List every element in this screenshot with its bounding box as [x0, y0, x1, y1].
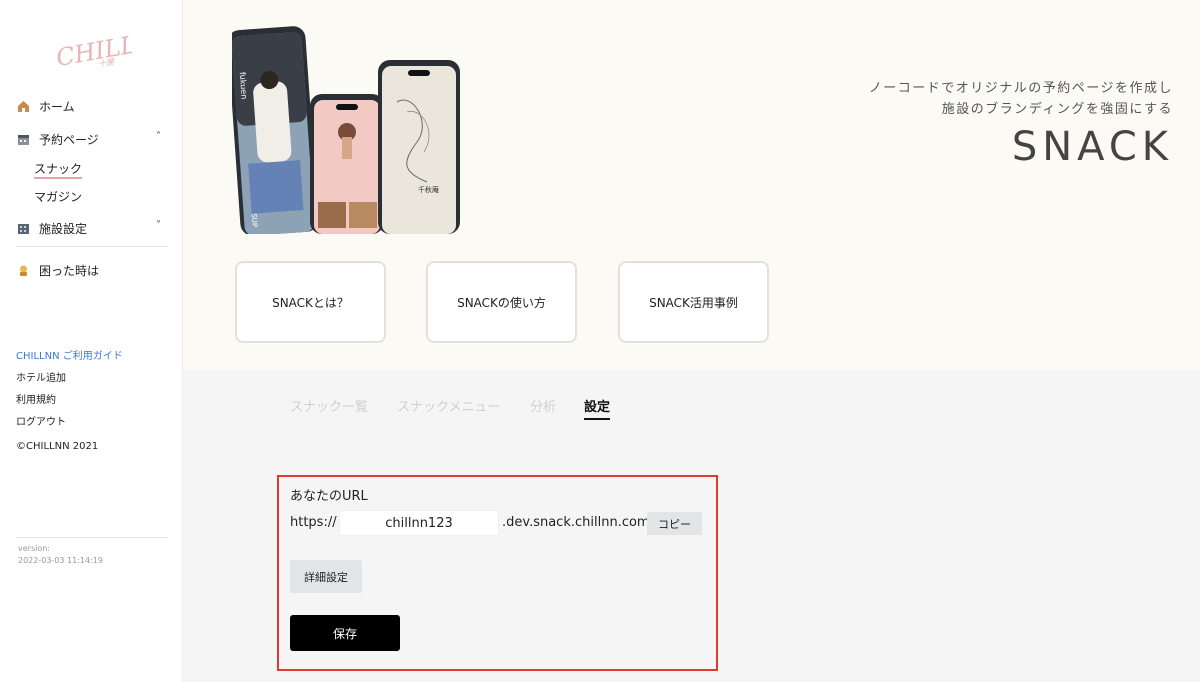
tab-settings[interactable]: 設定: [584, 396, 610, 415]
card-how-to-use[interactable]: SNACKの使い方: [426, 261, 577, 343]
hero-tagline-line1: ノーコードでオリジナルの予約ページを作成し: [868, 81, 1173, 96]
svg-text:fukuen: fukuen: [238, 72, 249, 100]
sidebar-subitem-magazine[interactable]: マガジン: [34, 188, 82, 205]
hero-tagline: ノーコードでオリジナルの予約ページを作成し 施設のブランディングを強固にする: [869, 78, 1173, 120]
sidebar-item-facility-settings[interactable]: 施設設定: [16, 220, 87, 237]
guide-link[interactable]: CHILLNN ご利用ガイド: [16, 347, 123, 362]
active-tab-indicator: [584, 418, 610, 420]
url-label: あなたのURL: [290, 489, 368, 504]
version-label: version:: [18, 544, 50, 553]
chevron-up-icon[interactable]: ˄: [156, 131, 161, 142]
sidebar-subitem-snack[interactable]: スナック: [34, 160, 83, 179]
version-value: 2022-03-03 11:14:19: [18, 556, 103, 565]
sidebar-item-label: ホーム: [39, 100, 75, 114]
chillnn-logo[interactable]: CHILLNN 十勝: [52, 22, 132, 76]
add-hotel-link[interactable]: ホテル追加: [16, 369, 66, 384]
building-icon: [16, 222, 30, 236]
hero-tagline-line2: 施設のブランディングを強固にする: [941, 102, 1173, 117]
chevron-down-icon[interactable]: ˅: [156, 220, 161, 231]
sidebar-divider: [16, 246, 167, 247]
tab-analytics[interactable]: 分析: [530, 396, 556, 415]
sidebar-item-label: 施設設定: [39, 222, 88, 236]
svg-text:十勝: 十勝: [98, 57, 116, 69]
help-icon: [16, 264, 30, 278]
phone-mockups-image: fukuen SUP 千秋庵: [232, 26, 460, 234]
tab-snack-list[interactable]: スナック一覧: [290, 396, 368, 415]
sidebar-item-booking-page[interactable]: 予約ページ: [16, 131, 99, 148]
version-divider: [16, 537, 167, 538]
save-button[interactable]: 保存: [290, 615, 400, 651]
terms-link[interactable]: 利用規約: [16, 391, 56, 406]
svg-text:千秋庵: 千秋庵: [418, 185, 439, 194]
tab-snack-menu[interactable]: スナックメニュー: [397, 396, 500, 415]
hero-title: SNACK: [1011, 124, 1173, 170]
sidebar: CHILLNN 十勝 ホーム 予約ページ ˄ スナック マガジン 施設設定 ˅ …: [0, 0, 183, 682]
svg-text:SUP: SUP: [250, 213, 259, 227]
copy-button[interactable]: コピー: [647, 512, 702, 535]
card-what-is-snack[interactable]: SNACKとは？: [235, 261, 386, 343]
sidebar-item-home[interactable]: ホーム: [16, 98, 75, 115]
svg-text:CHILLNN: CHILLNN: [54, 23, 132, 72]
sidebar-item-label: 困った時は: [39, 264, 100, 278]
subdomain-input[interactable]: [339, 510, 499, 536]
home-icon: [16, 100, 30, 114]
card-use-cases[interactable]: SNACK活用事例: [618, 261, 769, 343]
copyright: ©CHILLNN 2021: [16, 441, 99, 452]
domain-suffix: .dev.snack.chillnn.com: [502, 515, 650, 530]
sidebar-item-label: 予約ページ: [39, 133, 99, 147]
logout-link[interactable]: ログアウト: [16, 413, 66, 428]
calendar-icon: [16, 133, 30, 147]
detail-settings-button[interactable]: 詳細設定: [290, 560, 362, 593]
url-prefix: https://: [290, 515, 337, 530]
sidebar-item-help[interactable]: 困った時は: [16, 262, 99, 279]
